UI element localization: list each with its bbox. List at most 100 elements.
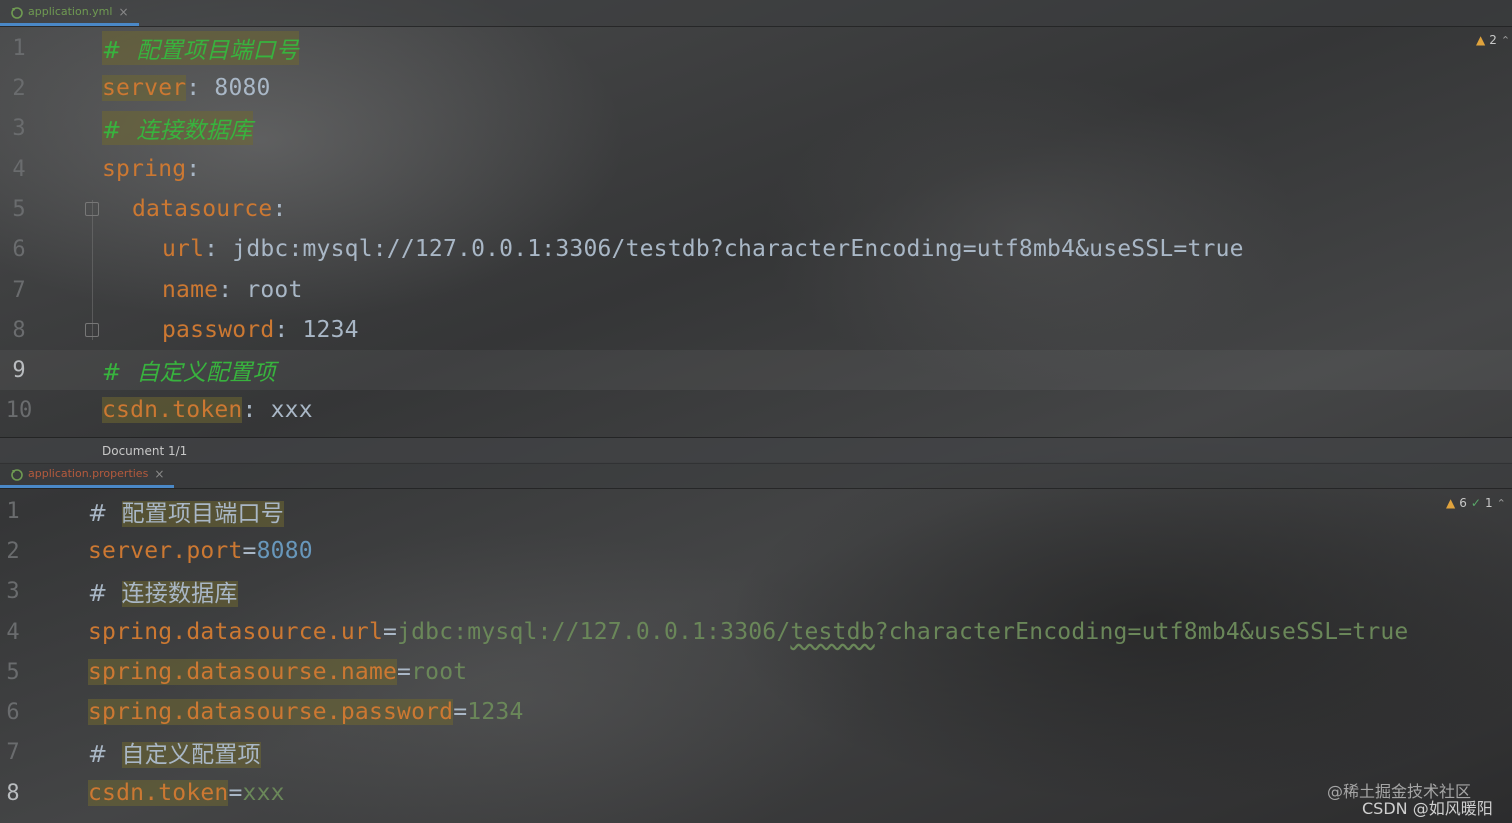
code-line: 3 # 连接数据库	[0, 108, 1512, 148]
line-number: 5	[12, 196, 26, 222]
code-text: spring.datasource.url=jdbc:mysql://127.0…	[88, 619, 1408, 645]
code-line: 8 password: 1234	[0, 310, 1512, 350]
yaml-key: spring	[102, 156, 187, 182]
tab-label: application.yml	[28, 5, 113, 18]
equals: =	[383, 619, 398, 645]
code-line: 3 # 连接数据库	[0, 571, 1512, 611]
yaml-key: url	[162, 236, 205, 262]
document-indicator[interactable]: Document 1/1	[102, 444, 187, 458]
code-line: 1 # 配置项目端口号	[0, 491, 1512, 531]
yaml-value: xxx	[270, 397, 313, 423]
separator: :	[242, 397, 271, 423]
line-number: 5	[6, 659, 20, 685]
code-line: 4 spring:	[0, 149, 1512, 189]
line-number: 2	[12, 75, 26, 101]
watermark-csdn: CSDN @如风暖阳	[1362, 799, 1493, 818]
comment-hash: #	[88, 742, 108, 768]
property-key: server.port	[88, 538, 243, 564]
comment: 自定义配置项	[121, 742, 261, 768]
property-key: spring.datasource.url	[88, 619, 383, 645]
line-number: 4	[12, 156, 26, 182]
code-text: csdn.token: xxx	[102, 397, 313, 423]
separator: :	[218, 277, 247, 303]
code-line: 2 server.port=8080	[0, 531, 1512, 571]
yaml-key: name	[162, 277, 219, 303]
equals: =	[242, 538, 257, 564]
yaml-key: server	[102, 75, 187, 101]
code-text: # 连接数据库	[88, 574, 238, 608]
code-text: name: root	[162, 277, 303, 303]
yaml-value: root	[246, 277, 303, 303]
separator: :	[204, 236, 233, 262]
code-text: csdn.token=xxx	[88, 780, 285, 806]
code-line: 7 # 自定义配置项	[0, 732, 1512, 772]
code-text: datasource:	[132, 196, 287, 222]
code-text: url: jdbc:mysql://127.0.0.1:3306/testdb?…	[162, 236, 1244, 262]
line-number: 2	[6, 538, 20, 564]
property-value: 1234	[467, 699, 524, 725]
tab-application-yml[interactable]: application.yml ×	[0, 0, 139, 26]
yaml-value: 1234	[302, 317, 359, 343]
line-number: 10	[5, 397, 33, 423]
line-number: 6	[12, 236, 26, 262]
code-line: 10 csdn.token: xxx	[0, 390, 1512, 430]
line-number: 4	[6, 619, 20, 645]
line-number: 3	[6, 578, 20, 604]
code-text: server.port=8080	[88, 538, 313, 564]
comment: # 配置项目端口号	[102, 31, 299, 65]
separator: :	[186, 156, 201, 182]
code-line: 8 csdn.token=xxx	[0, 773, 1512, 813]
yaml-key: csdn.token	[102, 397, 243, 423]
comment-hash: #	[88, 501, 108, 527]
property-key: spring.datasourse.name	[88, 659, 398, 685]
equals: =	[228, 780, 243, 806]
code-text: server: 8080	[102, 75, 271, 101]
code-line: 5 spring.datasourse.name=root	[0, 652, 1512, 692]
yaml-value: jdbc:mysql://127.0.0.1:3306/testdb?chara…	[232, 236, 1244, 262]
separator: :	[272, 196, 287, 222]
equals: =	[397, 659, 412, 685]
code-line: 6 url: jdbc:mysql://127.0.0.1:3306/testd…	[0, 229, 1512, 269]
line-number: 3	[12, 115, 26, 141]
code-line: 5 datasource:	[0, 189, 1512, 229]
properties-file-icon	[11, 468, 23, 481]
properties-tab-bar: application.properties ×	[0, 462, 1512, 489]
line-number: 7	[12, 277, 26, 303]
line-number: 1	[6, 498, 20, 524]
comment: # 连接数据库	[102, 111, 253, 145]
separator: :	[186, 75, 215, 101]
yaml-key: datasource	[132, 196, 273, 222]
code-line: 6 spring.datasourse.password=1234	[0, 692, 1512, 732]
yaml-value: 8080	[214, 75, 271, 101]
code-text: # 配置项目端口号	[88, 494, 284, 528]
line-number: 9	[12, 357, 26, 383]
code-text: spring:	[102, 156, 200, 182]
comment: # 自定义配置项	[102, 360, 276, 386]
properties-editor-pane: application.properties × ▲ 6 ✓ 1 ⌃ 1 # 配…	[0, 462, 1512, 823]
yaml-editor-pane: application.yml × ▲ 2 ⌃ 1 # 配置项目端口号 2 se…	[0, 0, 1512, 464]
tab-label: application.properties	[28, 467, 149, 480]
comment-hash: #	[88, 581, 108, 607]
property-value: xxx	[242, 780, 285, 806]
property-value-part: ?characterEncoding=utf8mb4&useSSL=true	[874, 619, 1409, 645]
line-number: 8	[6, 780, 20, 806]
line-number: 8	[12, 317, 26, 343]
property-key: spring.datasourse.password	[88, 699, 454, 725]
code-line: 7 name: root	[0, 270, 1512, 310]
property-key: csdn.token	[88, 780, 229, 806]
code-line: 4 spring.datasource.url=jdbc:mysql://127…	[0, 612, 1512, 652]
code-text: spring.datasourse.name=root	[88, 659, 467, 685]
code-line: 1 # 配置项目端口号	[0, 28, 1512, 68]
code-text: spring.datasourse.password=1234	[88, 699, 524, 725]
line-number: 6	[6, 699, 20, 725]
code-text: password: 1234	[162, 317, 359, 343]
tab-application-properties[interactable]: application.properties ×	[0, 462, 175, 488]
code-line: 9 # 自定义配置项	[0, 350, 1512, 390]
comment: 连接数据库	[121, 581, 238, 607]
yaml-file-icon	[11, 6, 23, 19]
close-icon[interactable]: ×	[118, 5, 128, 19]
property-value-part: jdbc:mysql://127.0.0.1:3306/	[397, 619, 791, 645]
code-line: 2 server: 8080	[0, 68, 1512, 108]
close-icon[interactable]: ×	[154, 467, 164, 481]
equals: =	[453, 699, 468, 725]
